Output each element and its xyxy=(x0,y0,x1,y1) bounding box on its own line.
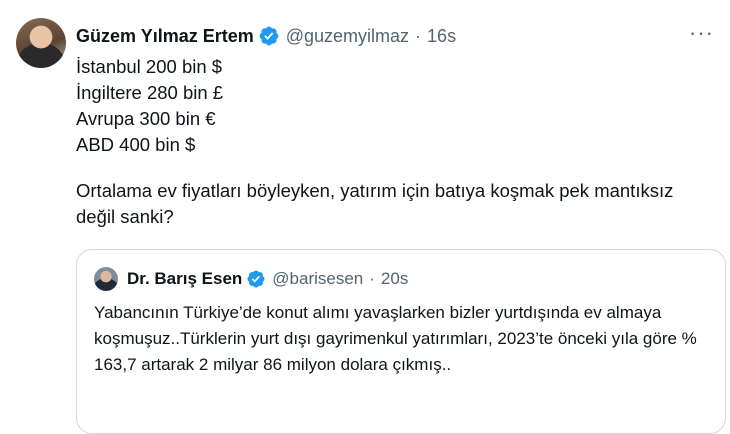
author-name[interactable]: Güzem Yılmaz Ertem xyxy=(76,26,254,47)
quoted-timestamp[interactable]: 20s xyxy=(381,269,408,289)
timestamp[interactable]: 16s xyxy=(427,26,456,47)
avatar[interactable] xyxy=(16,18,66,68)
text-line: ABD 400 bin $ xyxy=(76,134,196,155)
text-paragraph: Ortalama ev fiyatları böyleyken, yatırım… xyxy=(76,180,674,227)
tweet-text: İstanbul 200 bin $ İngiltere 280 bin £ A… xyxy=(76,54,716,230)
text-line: Avrupa 300 bin € xyxy=(76,108,216,129)
quoted-tweet[interactable]: Dr. Barış Esen @barisesen · 20s Yabancın… xyxy=(76,249,726,434)
quoted-tweet-text: Yabancının Türkiye’de konut alımı yavaşl… xyxy=(94,303,697,374)
verified-badge-icon xyxy=(259,26,279,46)
separator-dot: · xyxy=(369,269,375,288)
quoted-author-handle[interactable]: @barisesen xyxy=(272,269,363,289)
tweet[interactable]: Güzem Yılmaz Ertem @guzemyilmaz · 16s ··… xyxy=(0,0,730,434)
tweet-header: Güzem Yılmaz Ertem @guzemyilmaz · 16s xyxy=(76,24,456,48)
text-line: İngiltere 280 bin £ xyxy=(76,82,224,103)
more-options-icon[interactable]: ··· xyxy=(689,22,714,44)
verified-badge-icon xyxy=(247,270,265,288)
separator-dot: · xyxy=(415,25,422,46)
text-line: İstanbul 200 bin $ xyxy=(76,56,223,77)
author-handle[interactable]: @guzemyilmaz xyxy=(286,26,409,47)
quoted-author-name[interactable]: Dr. Barış Esen xyxy=(127,269,242,289)
quoted-header: Dr. Barış Esen @barisesen · 20s xyxy=(127,267,408,291)
quoted-avatar[interactable] xyxy=(94,267,118,291)
